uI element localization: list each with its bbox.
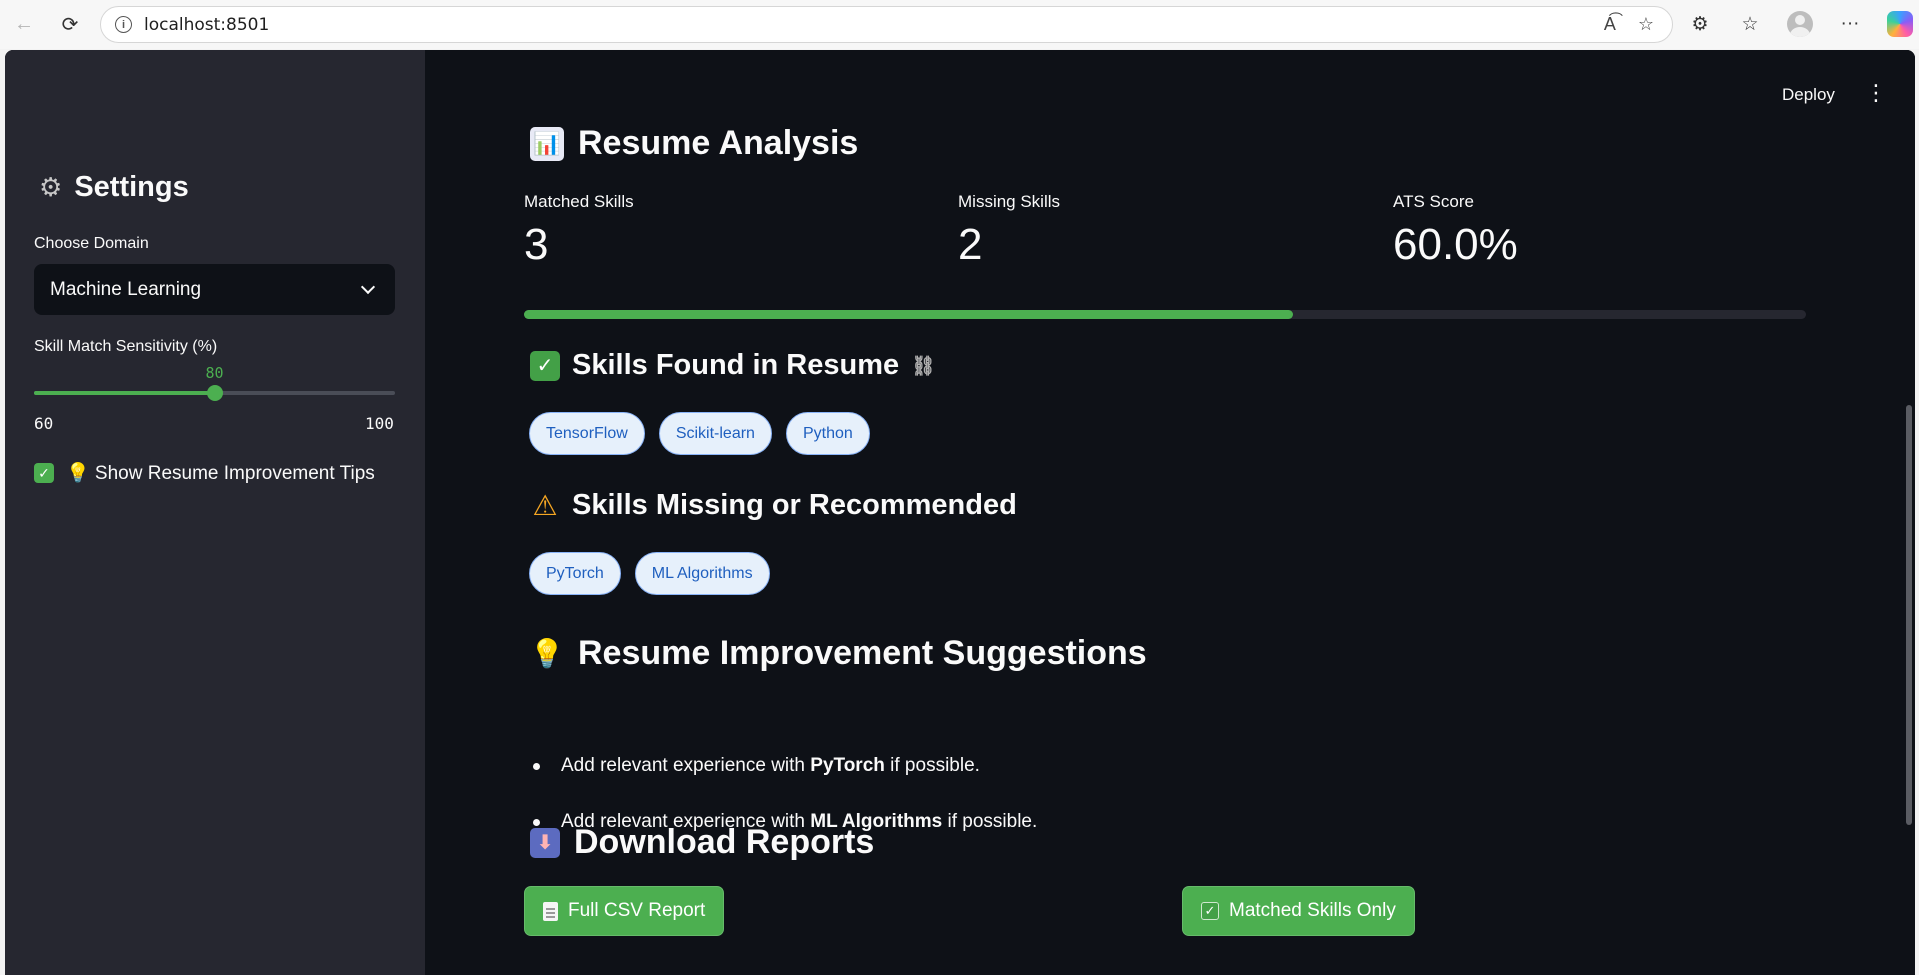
profile-avatar-icon — [1787, 11, 1813, 37]
check-box-icon: ✓ — [1201, 902, 1219, 920]
deploy-button[interactable]: Deploy — [1782, 85, 1835, 105]
metric-label: Missing Skills — [958, 192, 1061, 211]
tips-checkbox-label: 💡 Show Resume Improvement Tips — [66, 463, 375, 484]
domain-label: Choose Domain — [34, 235, 149, 252]
domain-select-value: Machine Learning — [50, 278, 202, 300]
missing-title: Skills Missing or Recommended — [572, 489, 1017, 521]
light-bulb-icon: 💡 — [529, 638, 565, 669]
back-icon[interactable]: ← — [6, 6, 42, 42]
full-csv-label: Full CSV Report — [568, 900, 706, 921]
document-icon — [543, 901, 558, 921]
slider-min: 60 — [34, 414, 54, 433]
metric-label: Matched Skills — [524, 192, 634, 211]
sidebar: ⚙ Settings Choose Domain Machine Learnin… — [5, 50, 425, 975]
skill-chip: ML Algorithms — [634, 552, 770, 595]
skill-chip: PyTorch — [529, 552, 621, 595]
sidebar-title-text: Settings — [74, 171, 189, 203]
gear-icon: ⚙ — [39, 172, 63, 202]
skill-chip: TensorFlow — [529, 412, 645, 455]
ats-progress-fill — [524, 310, 1294, 319]
suggestions-title: Resume Improvement Suggestions — [578, 634, 1147, 672]
anchor-link-icon[interactable]: ⛓ — [911, 354, 935, 378]
metric-label: ATS Score — [1393, 192, 1474, 211]
metric-value: 2 — [958, 220, 983, 269]
skill-chip: Python — [785, 412, 870, 455]
suggestion-suffix: if possible. — [942, 811, 1038, 832]
downloads-heading: ⬇ Download Reports — [530, 823, 874, 862]
skill-chip: Scikit-learn — [658, 412, 772, 455]
suggestion-suffix: if possible. — [884, 755, 980, 776]
main-content: Deploy ⋮ 📊 Resume Analysis Matched Skill… — [425, 50, 1915, 975]
copilot-button[interactable] — [1882, 6, 1918, 42]
bar-chart-icon: 📊 — [530, 126, 564, 161]
suggestions-heading: 💡 Resume Improvement Suggestions — [530, 634, 1147, 673]
slider-label: Skill Match Sensitivity (%) — [34, 338, 218, 355]
matched-only-label: Matched Skills Only — [1229, 900, 1396, 921]
domain-select[interactable]: Machine Learning — [34, 264, 395, 315]
analysis-heading: 📊 Resume Analysis — [530, 124, 858, 163]
main-scrollbar[interactable] — [1906, 405, 1912, 825]
suggestion-skill: PyTorch — [810, 755, 885, 776]
reload-icon[interactable]: ⟳ — [52, 6, 88, 42]
matched-skills-download-button[interactable]: ✓ Matched Skills Only — [1182, 886, 1415, 936]
full-csv-download-button[interactable]: Full CSV Report — [524, 886, 725, 936]
metric-matched: Matched Skills 3 — [524, 192, 634, 270]
tips-checkbox[interactable]: ✓ — [34, 463, 54, 483]
sidebar-title: ⚙ Settings — [39, 171, 189, 204]
main-menu-icon[interactable]: ⋮ — [1865, 82, 1887, 104]
list-item: Add relevant experience with PyTorch if … — [533, 755, 1037, 811]
missing-heading: ⚠ Skills Missing or Recommended — [530, 489, 1017, 522]
downloads-title: Download Reports — [574, 823, 875, 861]
slider-thumb[interactable] — [206, 385, 223, 401]
profile-button[interactable] — [1782, 6, 1818, 42]
address-bar[interactable]: i localhost:8501 A͡ ☆ — [100, 6, 1673, 43]
metric-value: 60.0% — [1393, 220, 1518, 269]
slider-fill — [34, 391, 215, 395]
streamlit-app: ⚙ Settings Choose Domain Machine Learnin… — [5, 50, 1915, 975]
suggestion-prefix: Add relevant experience with — [561, 755, 811, 776]
found-title: Skills Found in Resume — [572, 349, 900, 381]
slider-value: 80 — [205, 364, 224, 382]
browser-toolbar: ← ⟳ i localhost:8501 A͡ ☆ ⚙ ☆ ··· — [0, 0, 1919, 49]
extensions-icon[interactable]: ⚙ — [1682, 6, 1718, 42]
tips-checkbox-row[interactable]: ✓ 💡 Show Resume Improvement Tips — [34, 461, 375, 485]
chevron-down-icon — [360, 279, 376, 295]
metric-ats-score: ATS Score 60.0% — [1393, 192, 1518, 270]
found-chips: TensorFlow Scikit-learn Python — [529, 412, 870, 455]
metric-value: 3 — [524, 220, 549, 269]
read-aloud-icon[interactable]: A͡ — [1604, 14, 1616, 35]
metric-missing: Missing Skills 2 — [958, 192, 1060, 270]
site-info-icon[interactable]: i — [115, 16, 132, 33]
sensitivity-slider[interactable] — [34, 385, 395, 401]
missing-chips: PyTorch ML Algorithms — [529, 552, 770, 595]
favorites-icon[interactable]: ☆ — [1732, 6, 1768, 42]
favorite-star-icon[interactable]: ☆ — [1638, 14, 1654, 35]
inbox-tray-icon: ⬇ — [530, 827, 560, 858]
copilot-icon — [1887, 11, 1913, 37]
slider-max: 100 — [365, 414, 394, 433]
ats-progress-bar — [524, 310, 1806, 319]
analysis-title: Resume Analysis — [578, 124, 859, 162]
more-menu-icon[interactable]: ··· — [1832, 6, 1868, 42]
found-heading: ✓ Skills Found in Resume ⛓ — [530, 349, 935, 382]
check-mark-icon: ✓ — [530, 350, 560, 381]
warning-icon: ⚠ — [532, 490, 558, 521]
url-text: localhost:8501 — [144, 14, 270, 35]
